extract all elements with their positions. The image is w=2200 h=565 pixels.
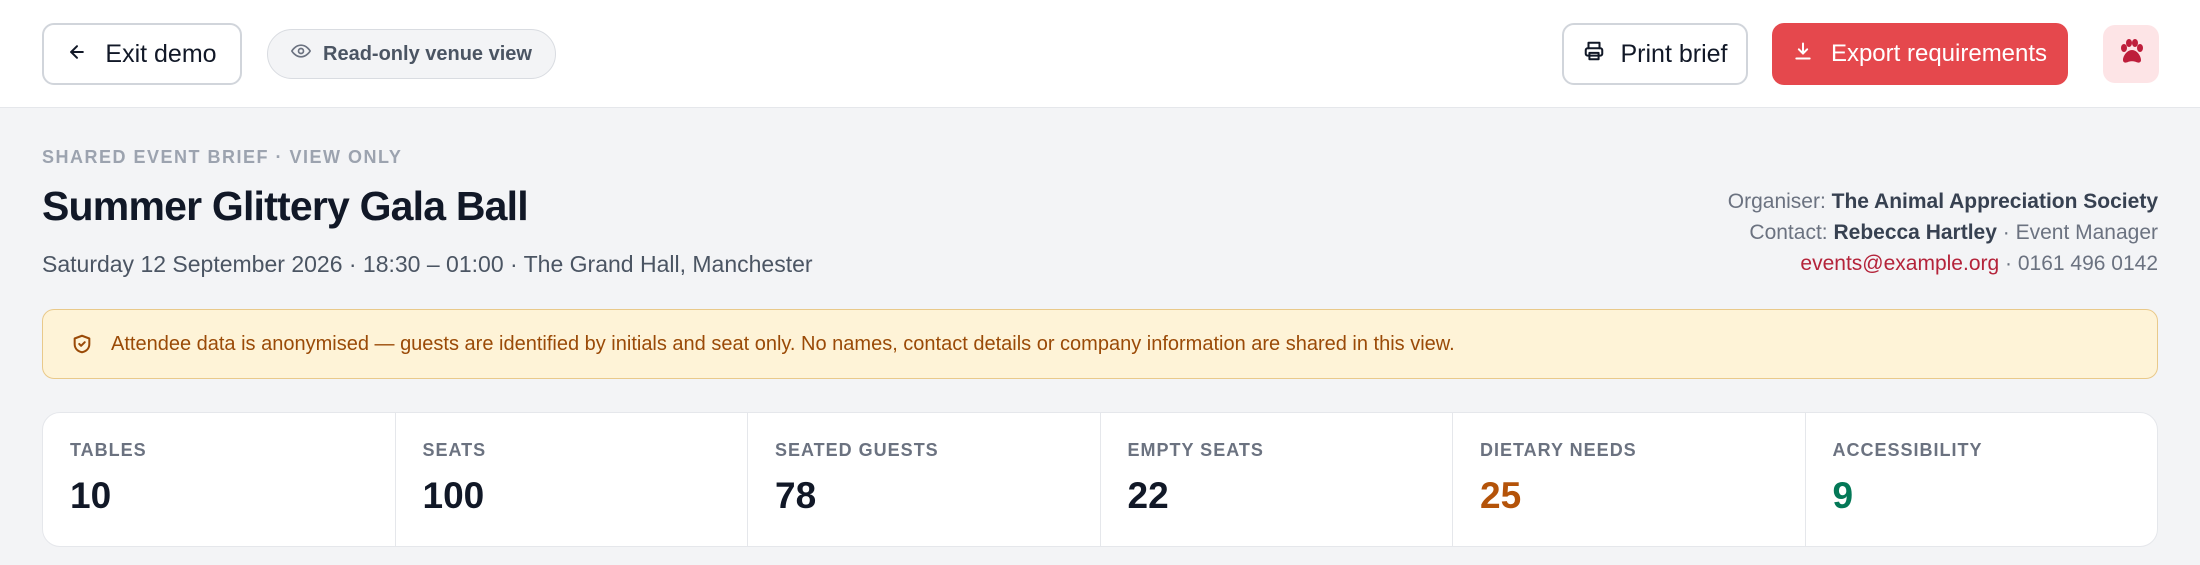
arrow-left-icon bbox=[67, 40, 87, 69]
organiser-label: Organiser: bbox=[1727, 190, 1826, 213]
exit-demo-label: Exit demo bbox=[105, 39, 217, 68]
stat-label: DIETARY NEEDS bbox=[1480, 440, 1637, 460]
stat-value: 78 bbox=[775, 475, 817, 516]
anonymisation-notice: Attendee data is anonymised — guests are… bbox=[42, 309, 2158, 379]
stat-label: SEATS bbox=[422, 440, 487, 460]
eye-icon bbox=[291, 41, 312, 67]
contact-email-link[interactable]: events@example.org bbox=[1800, 252, 1999, 275]
stat-tables: TABLES 10 bbox=[43, 413, 396, 546]
top-bar: Exit demo Read-only venue view Print bri… bbox=[0, 0, 2200, 108]
contact-details-line: events@example.org · 0161 496 0142 bbox=[1800, 252, 2158, 276]
stat-value: 10 bbox=[70, 475, 112, 516]
contact-label: Contact: bbox=[1749, 221, 1828, 244]
printer-icon bbox=[1583, 40, 1605, 69]
export-requirements-button[interactable]: Export requirements bbox=[1772, 23, 2068, 85]
page-eyebrow: SHARED EVENT BRIEF · VIEW ONLY bbox=[42, 147, 403, 167]
stat-seats: SEATS 100 bbox=[396, 413, 748, 546]
read-only-badge-label: Read-only venue view bbox=[323, 42, 532, 65]
stat-label: SEATED GUESTS bbox=[775, 440, 939, 460]
print-brief-label: Print brief bbox=[1620, 39, 1728, 68]
export-requirements-label: Export requirements bbox=[1830, 40, 2048, 67]
stat-empty-seats: EMPTY SEATS 22 bbox=[1101, 413, 1453, 546]
contact-role: · Event Manager bbox=[2002, 221, 2158, 244]
stat-dietary-needs: DIETARY NEEDS 25 bbox=[1453, 413, 1806, 546]
stat-value: 9 bbox=[1832, 475, 1854, 516]
read-only-badge: Read-only venue view bbox=[267, 29, 556, 79]
shield-check-icon bbox=[71, 333, 93, 355]
stat-value: 22 bbox=[1127, 475, 1169, 516]
notice-text: Attendee data is anonymised — guests are… bbox=[111, 332, 1455, 355]
stat-label: ACCESSIBILITY bbox=[1832, 440, 1983, 460]
stat-value: 100 bbox=[422, 475, 485, 516]
stat-seated-guests: SEATED GUESTS 78 bbox=[748, 413, 1101, 546]
stat-accessibility: ACCESSIBILITY 9 bbox=[1806, 413, 2158, 546]
event-details: Saturday 12 September 2026 · 18:30 – 01:… bbox=[42, 251, 813, 277]
organiser-line: Organiser: The Animal Appreciation Socie… bbox=[1728, 190, 2158, 214]
avatar[interactable] bbox=[2103, 25, 2159, 83]
contact-line: Contact: Rebecca Hartley · Event Manager bbox=[1749, 221, 2158, 245]
contact-phone: · 0161 496 0142 bbox=[2005, 252, 2158, 275]
stat-label: EMPTY SEATS bbox=[1127, 440, 1264, 460]
page-title: Summer Glittery Gala Ball bbox=[42, 183, 529, 229]
contact-name: Rebecca Hartley bbox=[1833, 221, 1997, 244]
stat-value: 25 bbox=[1480, 475, 1522, 516]
exit-demo-button[interactable]: Exit demo bbox=[42, 23, 242, 85]
download-icon bbox=[1793, 40, 1813, 68]
stat-label: TABLES bbox=[70, 440, 147, 460]
organiser-name: The Animal Appreciation Society bbox=[1831, 190, 2158, 213]
print-brief-button[interactable]: Print brief bbox=[1562, 23, 1748, 85]
stats-panel: TABLES 10 SEATS 100 SEATED GUESTS 78 EMP… bbox=[42, 412, 2158, 547]
paw-icon bbox=[2116, 37, 2146, 72]
